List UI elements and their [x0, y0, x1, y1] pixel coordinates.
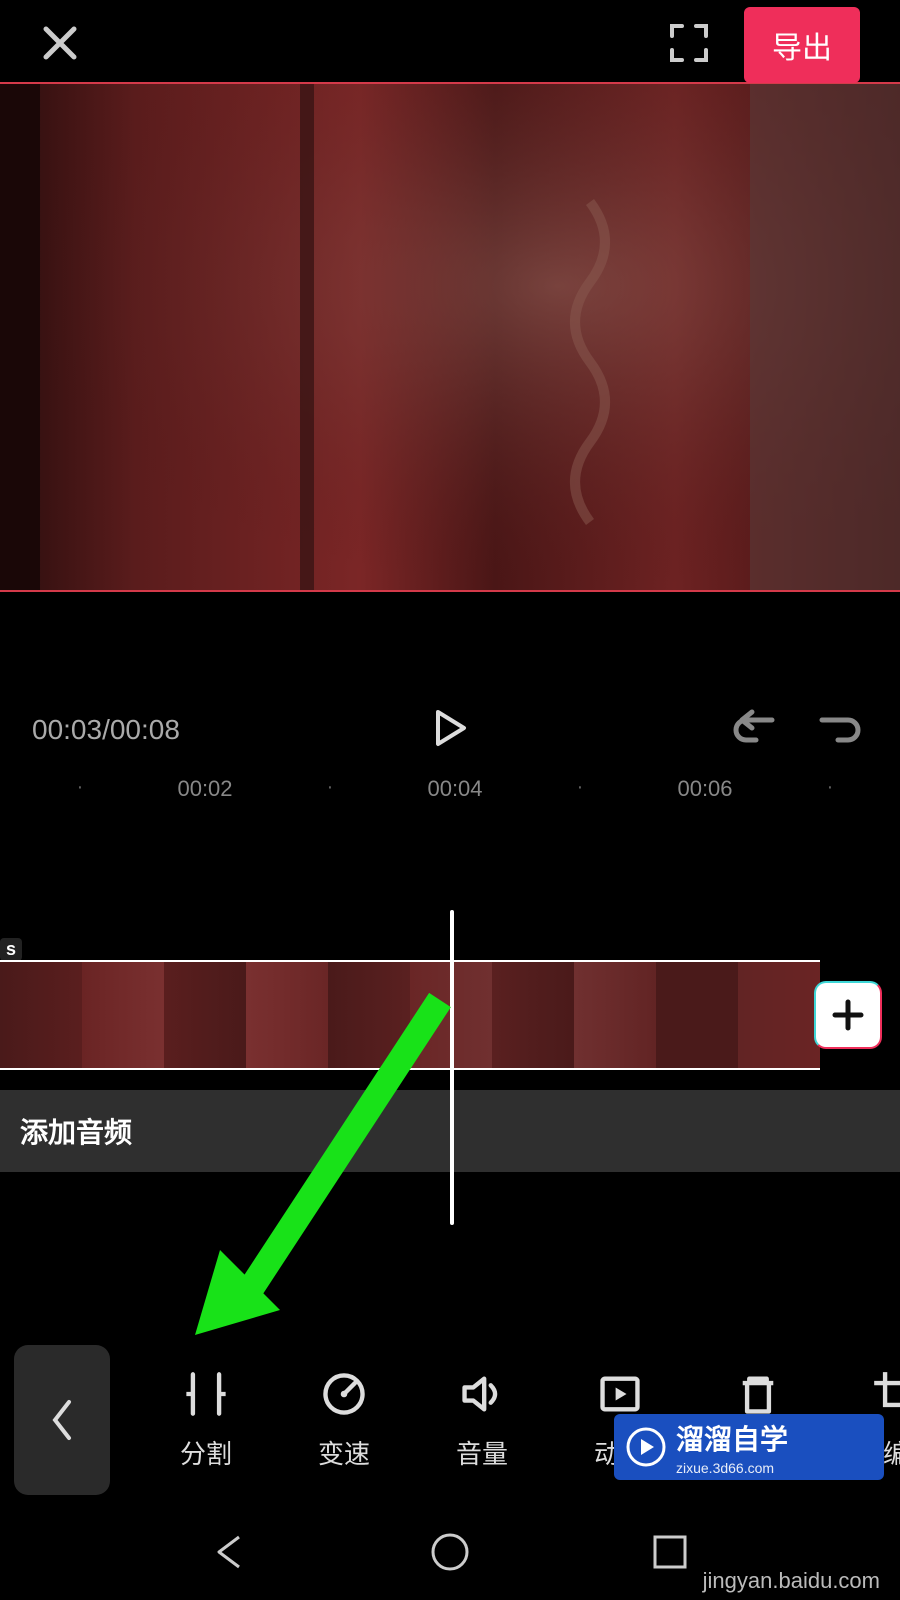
fullscreen-button[interactable] [668, 22, 710, 69]
video-preview[interactable] [0, 82, 900, 592]
timecode-display: 00:03/00:08 [32, 714, 180, 746]
clip-thumbnail [574, 962, 656, 1068]
chevron-left-icon [47, 1396, 77, 1444]
clip-thumbnail [0, 962, 82, 1068]
add-audio-label: 添加音频 [20, 1111, 132, 1151]
tool-label: 编 [883, 1434, 900, 1471]
play-button[interactable] [428, 706, 472, 755]
clip-thumbnail [328, 962, 410, 1068]
tool-split[interactable]: 分割 [166, 1370, 246, 1471]
nav-home-icon [427, 1529, 473, 1575]
clip-thumbnail [492, 962, 574, 1068]
watermark-brand: 溜溜自学 zixue.3d66.com [614, 1414, 884, 1480]
video-clip[interactable] [0, 960, 820, 1070]
tool-speed[interactable]: 变速 [304, 1370, 384, 1471]
tool-label: 分割 [180, 1434, 232, 1471]
ruler-tick: 00:06 [677, 776, 732, 802]
clip-duration-badge: s [0, 938, 22, 961]
play-icon [428, 706, 472, 750]
clip-thumbnail [656, 962, 738, 1068]
ruler-dot: · [827, 776, 834, 799]
speed-icon [320, 1370, 368, 1418]
nav-home-button[interactable] [427, 1529, 473, 1580]
close-icon [40, 23, 80, 63]
nav-recents-button[interactable] [647, 1529, 693, 1580]
crop-icon [872, 1370, 900, 1418]
ruler-dot: · [327, 776, 334, 799]
clip-thumbnail [246, 962, 328, 1068]
delete-icon [734, 1370, 782, 1418]
undo-icon [732, 708, 780, 748]
clip-thumbnail [164, 962, 246, 1068]
tool-label: 音量 [456, 1434, 508, 1471]
playhead[interactable] [450, 910, 454, 1225]
redo-button[interactable] [814, 708, 862, 753]
export-button[interactable]: 导出 [744, 7, 860, 83]
tool-volume[interactable]: 音量 [442, 1370, 522, 1471]
ruler-tick: 00:04 [427, 776, 482, 802]
nav-back-button[interactable] [207, 1529, 253, 1580]
animation-icon [596, 1370, 644, 1418]
ruler-dot: · [577, 776, 584, 799]
nav-recents-icon [647, 1529, 693, 1575]
nav-back-icon [207, 1529, 253, 1575]
volume-icon [458, 1370, 506, 1418]
split-icon [182, 1370, 230, 1418]
clip-thumbnail [82, 962, 164, 1068]
ruler-dot: · [77, 776, 84, 799]
plus-icon [829, 996, 867, 1034]
redo-icon [814, 708, 862, 748]
timeline-ruler[interactable]: · 00:02 · 00:04 · 00:06 · [0, 770, 900, 810]
fullscreen-icon [668, 22, 710, 64]
add-clip-button[interactable] [814, 981, 882, 1049]
clip-thumbnail [738, 962, 820, 1068]
undo-button[interactable] [732, 708, 780, 753]
watermark-attribution: jingyan.baidu.com [703, 1568, 880, 1594]
play-badge-icon [626, 1427, 666, 1467]
tool-label: 变速 [318, 1434, 370, 1471]
ruler-tick: 00:02 [177, 776, 232, 802]
close-button[interactable] [40, 23, 80, 68]
back-button[interactable] [14, 1345, 110, 1495]
